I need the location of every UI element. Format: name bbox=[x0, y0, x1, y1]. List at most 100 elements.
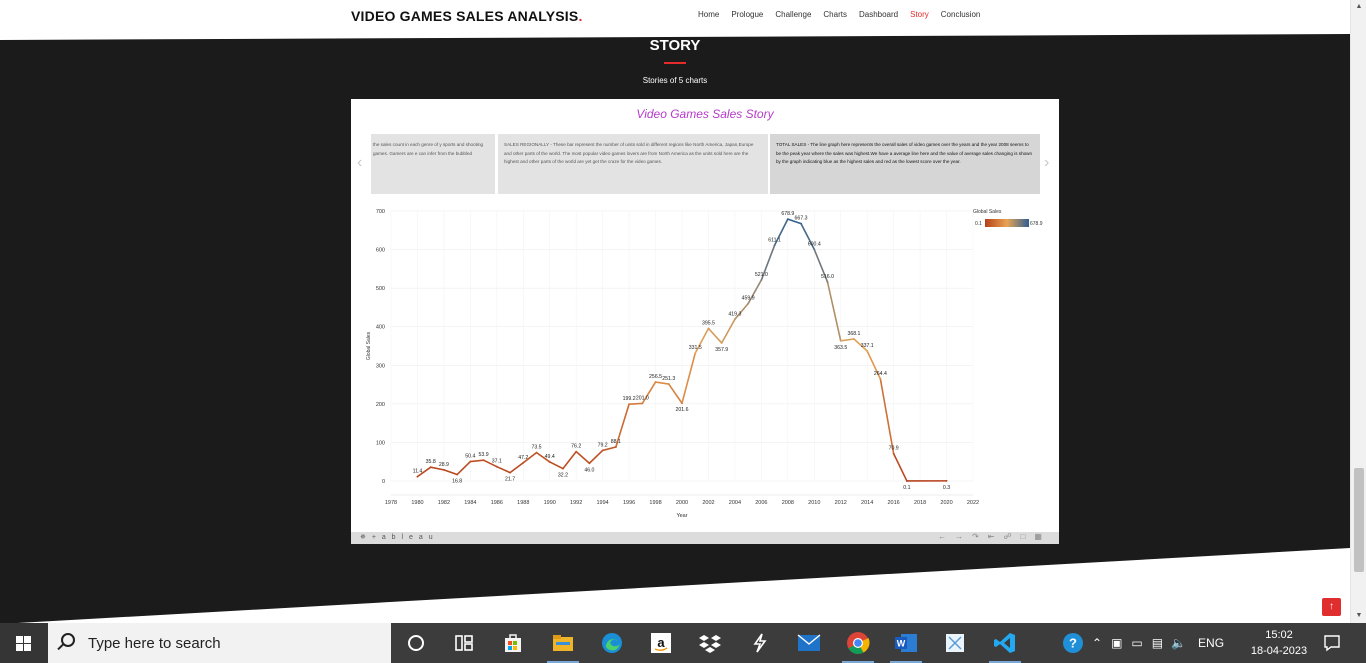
legend-color-ramp bbox=[985, 219, 1029, 227]
data-label: 199.2 bbox=[623, 396, 636, 402]
story-title: Video Games Sales Story bbox=[636, 107, 774, 121]
data-label: 667.3 bbox=[795, 216, 808, 222]
line-segment bbox=[456, 460, 472, 476]
data-label: 264.4 bbox=[874, 371, 887, 377]
battery-icon[interactable]: ▭ bbox=[1131, 636, 1142, 650]
chevron-left-icon[interactable]: ‹ bbox=[357, 154, 362, 172]
browser-page: VIDEO GAMES SALES ANALYSIS. Home Prologu… bbox=[0, 0, 1366, 663]
taskbar-search-box[interactable]: Type here to search bbox=[48, 623, 391, 663]
data-label: 79.2 bbox=[598, 442, 608, 448]
data-label: 251.3 bbox=[662, 376, 675, 382]
store-icon[interactable] bbox=[493, 627, 533, 659]
section-title: STORY bbox=[649, 37, 701, 54]
data-label: 32.2 bbox=[558, 473, 568, 479]
nav-conclusion[interactable]: Conclusion bbox=[941, 10, 981, 19]
data-label: 331.5 bbox=[689, 345, 702, 351]
edge-icon[interactable] bbox=[592, 627, 632, 659]
nav-prologue[interactable]: Prologue bbox=[731, 10, 763, 19]
scroll-thumb[interactable] bbox=[1354, 468, 1364, 572]
svg-text:?: ? bbox=[1069, 636, 1077, 651]
chrome-icon[interactable] bbox=[838, 627, 878, 663]
y-tick-label: 400 bbox=[376, 325, 385, 331]
vscode-icon[interactable] bbox=[985, 627, 1025, 663]
story-point-regional[interactable]: SALES REGIONALLY - These bar represent t… bbox=[498, 134, 768, 194]
data-label: 35.8 bbox=[426, 459, 436, 465]
nav-charts[interactable]: Charts bbox=[823, 10, 847, 19]
tableau-logo[interactable]: ✵ + a b l e a u bbox=[360, 533, 435, 541]
nav-home[interactable]: Home bbox=[698, 10, 719, 19]
data-point bbox=[681, 402, 683, 405]
data-point bbox=[800, 222, 802, 225]
data-point bbox=[469, 460, 472, 463]
data-label: 256.5 bbox=[649, 374, 662, 380]
data-point bbox=[734, 318, 736, 321]
x-tick-label: 2018 bbox=[914, 500, 926, 506]
data-label: 50.4 bbox=[465, 454, 475, 460]
data-label: 419.3 bbox=[728, 311, 741, 317]
plugin-app-icon[interactable] bbox=[740, 627, 780, 659]
total-sales-line-chart[interactable]: 0 100 200 300 400 500 600 700 1978 1980 1982 1984 19… bbox=[351, 199, 1059, 529]
cortana-icon[interactable] bbox=[396, 627, 436, 659]
clock-time: 15:02 bbox=[1265, 629, 1293, 641]
legend-max-label: 678.9 bbox=[1030, 221, 1043, 227]
data-label: 0.1 bbox=[903, 485, 910, 491]
windows-taskbar: Type here to search a W ? ⌃ ▣ ▭ ▤ 🔈 ENG … bbox=[0, 623, 1366, 663]
dropbox-icon[interactable] bbox=[690, 627, 730, 659]
task-view-icon[interactable] bbox=[444, 627, 484, 659]
data-label: 46.0 bbox=[584, 467, 594, 473]
start-button[interactable] bbox=[0, 623, 48, 663]
mail-icon[interactable] bbox=[789, 627, 829, 659]
story-point-total-sales[interactable]: TOTAL SALES - The line graph here repres… bbox=[770, 134, 1040, 194]
nav-story[interactable]: Story bbox=[910, 10, 929, 19]
system-tray: ? ⌃ ▣ ▭ ▤ 🔈 ENG bbox=[1062, 623, 1224, 663]
chevron-right-icon[interactable]: › bbox=[1044, 154, 1049, 172]
data-point bbox=[839, 339, 842, 342]
back-to-top-button[interactable]: ↑ bbox=[1322, 598, 1341, 616]
x-tick-label: 2012 bbox=[835, 500, 847, 506]
y-tick-label: 100 bbox=[376, 440, 385, 446]
x-tick-label: 2008 bbox=[782, 500, 794, 506]
story-point-genre[interactable]: the sales count in each genre of y sport… bbox=[371, 134, 495, 194]
x-tick-label: 2002 bbox=[702, 500, 714, 506]
line-segment bbox=[469, 459, 485, 463]
x-tick-label: 1998 bbox=[649, 500, 661, 506]
volume-icon[interactable]: 🔈 bbox=[1171, 636, 1186, 650]
scroll-up-icon[interactable]: ▲ bbox=[1351, 0, 1366, 14]
snipping-tool-icon[interactable] bbox=[935, 627, 975, 659]
network-icon[interactable]: ▤ bbox=[1152, 636, 1163, 650]
y-tick-label: 300 bbox=[376, 363, 385, 369]
y-tick-label: 0 bbox=[382, 479, 385, 485]
data-label: 600.4 bbox=[808, 241, 821, 247]
amazon-icon[interactable]: a bbox=[641, 627, 681, 659]
legend-min-label: 0.1 bbox=[975, 221, 982, 227]
nav-menu: Home Prologue Challenge Charts Dashboard… bbox=[698, 10, 980, 19]
file-explorer-icon[interactable] bbox=[543, 627, 583, 663]
nav-dashboard[interactable]: Dashboard bbox=[859, 10, 898, 19]
data-label: 73.5 bbox=[531, 445, 541, 451]
x-tick-label: 1994 bbox=[597, 500, 609, 506]
data-label: 53.9 bbox=[479, 452, 489, 458]
taskbar-clock[interactable]: 15:02 18-04-2023 bbox=[1246, 627, 1312, 659]
data-label: 28.9 bbox=[439, 462, 449, 468]
clock-date: 18-04-2023 bbox=[1250, 645, 1308, 657]
meet-now-icon[interactable]: ▣ bbox=[1111, 636, 1122, 650]
chevron-up-icon[interactable]: ⌃ bbox=[1092, 636, 1102, 650]
data-point bbox=[866, 350, 869, 352]
title-underline bbox=[664, 62, 686, 64]
scroll-down-icon[interactable]: ▼ bbox=[1351, 609, 1366, 623]
site-brand[interactable]: VIDEO GAMES SALES ANALYSIS. bbox=[351, 8, 583, 24]
toolbar-icons[interactable]: ←→↷⇤☍□▦ bbox=[938, 532, 1051, 541]
notifications-icon[interactable] bbox=[1323, 634, 1341, 652]
data-point bbox=[905, 480, 908, 482]
data-label: 76.2 bbox=[571, 444, 581, 450]
data-point bbox=[456, 473, 459, 476]
x-tick-label: 1988 bbox=[517, 500, 529, 506]
data-label: 0.3 bbox=[943, 485, 950, 491]
language-indicator[interactable]: ENG bbox=[1198, 636, 1224, 650]
word-icon[interactable]: W bbox=[886, 627, 926, 663]
search-icon bbox=[61, 633, 75, 647]
page-scrollbar[interactable]: ▲ ▼ bbox=[1350, 0, 1366, 623]
help-icon[interactable]: ? bbox=[1062, 632, 1084, 654]
data-label: 201.0 bbox=[636, 395, 649, 401]
nav-challenge[interactable]: Challenge bbox=[775, 10, 811, 19]
